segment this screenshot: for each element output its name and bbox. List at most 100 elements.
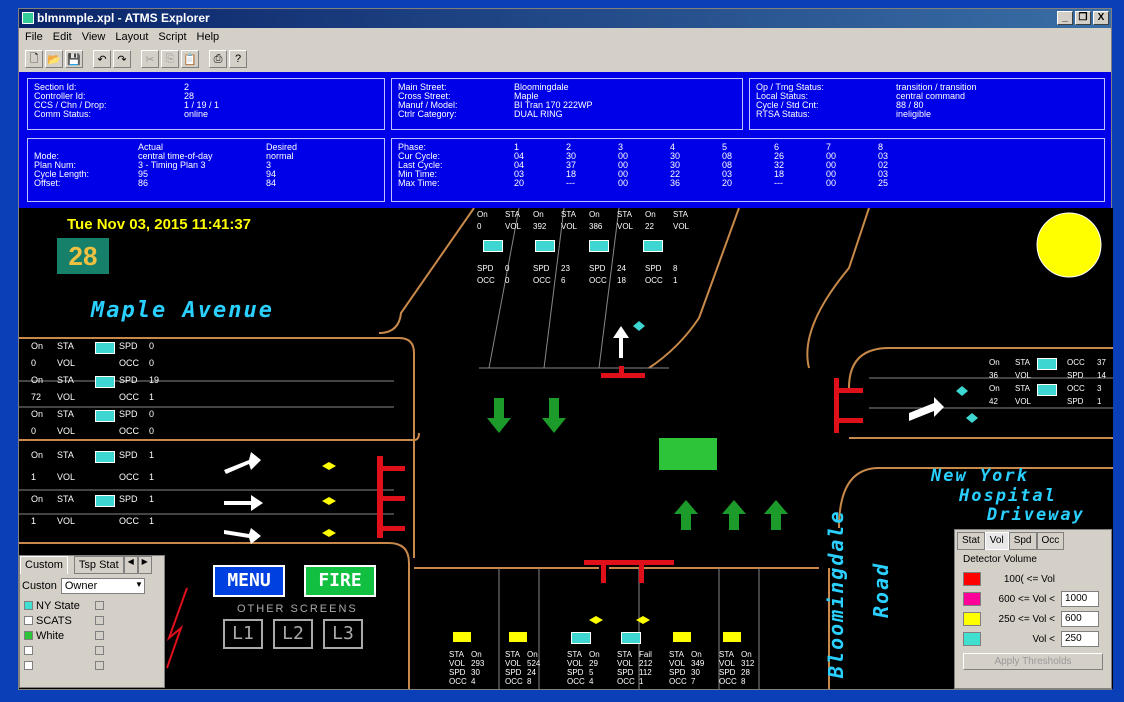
checkbox[interactable] (95, 601, 104, 610)
minimize-button[interactable]: _ (1057, 11, 1073, 25)
print-icon[interactable]: ⎙ (209, 50, 227, 68)
road-layout (19, 208, 1113, 689)
threshold-input[interactable]: 250 (1061, 631, 1099, 647)
detector-status-box (95, 495, 115, 507)
redo-icon[interactable]: ↷ (113, 50, 131, 68)
save-icon[interactable]: 💾 (65, 50, 83, 68)
tab-occ[interactable]: Occ (1036, 532, 1065, 550)
detector-text: SPD (119, 450, 138, 460)
detector-text: 1 (149, 516, 155, 526)
tab-tsp-stat[interactable]: Tsp Stat (73, 556, 124, 574)
detector-text: SPD (1067, 397, 1084, 406)
phase-cell: 00 (618, 178, 629, 188)
detector-text: OCC (119, 516, 139, 526)
maximize-button[interactable]: ❐ (1075, 11, 1091, 25)
window-title: blmnmple.xpl - ATMS Explorer (37, 11, 210, 25)
detector-text: OCC (505, 677, 523, 686)
phase-cell: 00 (826, 178, 837, 188)
value: 3 - Timing Plan 3 (138, 160, 206, 170)
owner-select[interactable]: Owner ▼ (60, 578, 145, 594)
custom-side-panel: Custom Tsp Stat ◀ ▶ Custon Owner ▼ NY St… (19, 555, 165, 688)
detector-text: 23 (561, 264, 570, 273)
l2-button[interactable]: L2 (273, 619, 313, 649)
checkbox[interactable] (24, 661, 33, 670)
app-window: blmnmple.xpl - ATMS Explorer _ ❐ X File … (18, 8, 1113, 690)
detector-text: On (31, 375, 44, 385)
threshold-input[interactable]: 1000 (1061, 591, 1099, 607)
legend-label: Vol < (1032, 633, 1055, 645)
label: Offset: (34, 178, 61, 188)
detector-text: 1 (149, 392, 155, 402)
side-item: NY State (20, 598, 164, 613)
checkbox[interactable] (24, 616, 33, 625)
paste-icon[interactable]: 📋 (181, 50, 199, 68)
menu-file[interactable]: File (25, 31, 43, 45)
menu-help[interactable]: Help (197, 31, 220, 45)
detector-text: On (645, 210, 656, 219)
copy-icon[interactable]: ⎘ (161, 50, 179, 68)
l1-button[interactable]: L1 (223, 619, 263, 649)
legend-row: 100( <= Vol (955, 569, 1111, 589)
detector-text: SPD (589, 264, 606, 273)
detector-text: On (589, 210, 600, 219)
detector-text: 8 (673, 264, 678, 273)
phase-timing-box: Phase: 1 2 3 4 5 6 7 8 Cur Cycle: 04 30 00 30 08 26 00 03… (391, 138, 1105, 202)
checkbox[interactable] (95, 661, 104, 670)
controller-number-badge: 28 (57, 238, 109, 274)
fire-button[interactable]: FIRE (304, 565, 376, 597)
toolbar: 🗋 📂 💾 ↶ ↷ ✂ ⎘ 📋 ⎙ ? (19, 49, 1111, 71)
detector-text: VOL (57, 358, 76, 368)
cut-icon[interactable]: ✂ (141, 50, 159, 68)
checkbox[interactable] (95, 616, 104, 625)
detector-text: 1 (149, 450, 155, 460)
side-item-list: NY State SCATS White (20, 598, 164, 673)
detector-text: OCC (119, 426, 139, 436)
detector-status-box (95, 376, 115, 388)
detector-text: SPD (1067, 371, 1084, 380)
help-icon[interactable]: ? (229, 50, 247, 68)
menu-view[interactable]: View (82, 31, 106, 45)
apply-thresholds-button[interactable]: Apply Thresholds (963, 653, 1103, 670)
undo-icon[interactable]: ↶ (93, 50, 111, 68)
menu-edit[interactable]: Edit (53, 31, 72, 45)
open-folder-icon[interactable]: 📂 (45, 50, 63, 68)
detector-text: On (989, 358, 1000, 367)
tab-spd[interactable]: Spd (1008, 532, 1037, 550)
tab-vol[interactable]: Vol (984, 532, 1009, 550)
legend-label: 250 <= Vol < (998, 613, 1055, 625)
detector-text: 0 (31, 426, 37, 436)
threshold-input[interactable]: 600 (1061, 611, 1099, 627)
tab-scroll-right-icon[interactable]: ▶ (137, 556, 152, 574)
checkbox[interactable] (95, 646, 104, 655)
legend-title: Detector Volume (963, 554, 1037, 565)
detector-text: VOL (1015, 371, 1032, 380)
maple-avenue-label: Maple Avenue (91, 298, 274, 323)
checkbox[interactable] (24, 631, 33, 640)
phase-row: Min Time: 03 18 00 22 03 18 00 03 (398, 170, 1098, 179)
detector-text: 6 (561, 276, 566, 285)
checkbox[interactable] (24, 601, 33, 610)
ny-line-1: New York (931, 466, 1029, 486)
detector-legend-panel: Stat Vol Spd Occ Detector Volume 100( <=… (954, 529, 1112, 689)
detector-status-box (1037, 384, 1057, 396)
title-bar: blmnmple.xpl - ATMS Explorer _ ❐ X (19, 9, 1111, 28)
app-icon (22, 12, 34, 24)
tab-custom[interactable]: Custom (20, 556, 68, 574)
side-item (20, 658, 164, 673)
new-file-icon[interactable]: 🗋 (25, 50, 43, 68)
detector-text: 386 (589, 222, 603, 231)
side-item-label: SCATS (36, 614, 72, 627)
menu-button[interactable]: MENU (213, 565, 285, 597)
l3-button[interactable]: L3 (323, 619, 363, 649)
close-button[interactable]: X (1093, 11, 1109, 25)
phase-cell: --- (774, 178, 783, 188)
checkbox[interactable] (95, 631, 104, 640)
detector-text: 0 (149, 426, 155, 436)
detector-text: On (31, 341, 44, 351)
tab-stat[interactable]: Stat (957, 532, 985, 550)
menu-layout[interactable]: Layout (115, 31, 148, 45)
tab-scroll-left-icon[interactable]: ◀ (123, 556, 138, 574)
checkbox[interactable] (24, 646, 33, 655)
phase-cell: 20 (514, 178, 525, 188)
menu-script[interactable]: Script (158, 31, 186, 45)
